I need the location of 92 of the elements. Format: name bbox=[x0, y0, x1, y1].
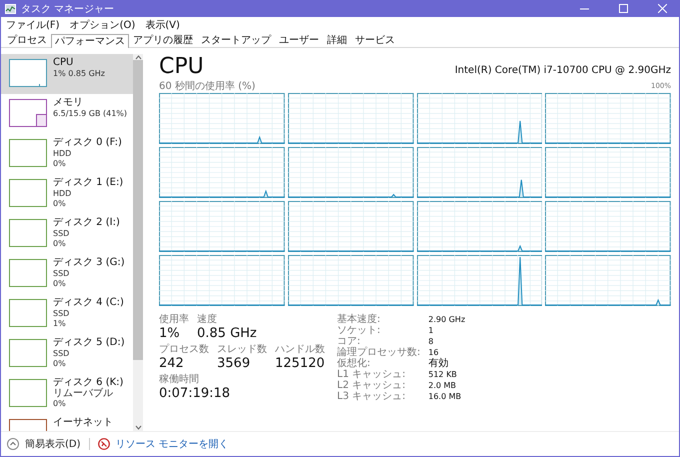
menu-item[interactable]: ファイル(F) bbox=[6, 18, 60, 32]
item-label: ディスク 0 (F:) bbox=[53, 137, 122, 149]
close-icon[interactable] bbox=[658, 4, 666, 13]
detail-label: ソケット: bbox=[337, 325, 382, 336]
item-detail: SSD bbox=[53, 229, 70, 239]
sidebar-item[interactable]: ディスク 1 (E:) HDD 0% bbox=[1, 174, 133, 214]
maximize-icon[interactable] bbox=[618, 4, 628, 13]
detail-value: 2.0 MB bbox=[428, 380, 458, 391]
usage-thumbnail bbox=[9, 339, 47, 367]
item-detail: SSD bbox=[53, 309, 70, 319]
item-detail: 0% bbox=[53, 399, 67, 409]
window-title: タスク マネージャー bbox=[21, 2, 116, 16]
detail-value: 8 bbox=[428, 336, 434, 347]
sidebar-item[interactable]: ディスク 3 (G:) SSD 0% bbox=[1, 254, 133, 294]
detail-label: 仮想化: bbox=[337, 358, 372, 369]
detail-label: L2 キャッシュ: bbox=[337, 380, 406, 391]
item-detail: HDD bbox=[53, 189, 72, 199]
item-detail: 0% bbox=[53, 159, 67, 169]
usage-thumbnail bbox=[9, 59, 47, 87]
item-detail: 0% bbox=[53, 239, 67, 249]
stat-label: 稼働時間 bbox=[159, 374, 200, 386]
item-detail: 1% bbox=[53, 319, 67, 329]
stat-value: 1% bbox=[159, 326, 181, 342]
graph-caption: 60 秒間の使用率 (%) bbox=[159, 81, 256, 92]
detail-value: 16.0 MB bbox=[428, 391, 462, 402]
usage-thumbnail bbox=[9, 139, 47, 167]
item-label: ディスク 4 (C:) bbox=[53, 297, 124, 309]
stat-label: 速度 bbox=[197, 314, 218, 326]
detail-label: コア: bbox=[337, 336, 360, 347]
item-label: ディスク 1 (E:) bbox=[53, 177, 124, 189]
sidebar-item[interactable]: ディスク 5 (D:) SSD 0% bbox=[1, 334, 133, 374]
usage-thumbnail bbox=[9, 379, 47, 407]
item-detail: SSD bbox=[53, 269, 70, 279]
detail-label: 論理プロセッサ数: bbox=[337, 347, 420, 358]
usage-thumbnail bbox=[9, 99, 47, 127]
app-icon bbox=[5, 4, 16, 14]
panel-title: CPU bbox=[159, 54, 204, 80]
resource-monitor-icon[interactable] bbox=[98, 438, 110, 450]
item-label: ディスク 5 (D:) bbox=[53, 337, 125, 349]
item-label: ディスク 3 (G:) bbox=[53, 257, 125, 269]
usage-thumbnail bbox=[9, 179, 47, 207]
tab[interactable]: パフォーマンス bbox=[51, 34, 129, 48]
sidebar-item[interactable]: イーサネット bbox=[1, 414, 133, 431]
scrollbar-thumb[interactable] bbox=[133, 60, 143, 360]
stat-value: 0.85 GHz bbox=[197, 326, 257, 342]
detail-label: L3 キャッシュ: bbox=[337, 391, 406, 402]
stat-label: ハンドル数 bbox=[275, 344, 325, 356]
stat-value: 242 bbox=[159, 356, 185, 372]
detail-value: 有効 bbox=[428, 358, 450, 369]
stat-label: プロセス数 bbox=[159, 344, 209, 356]
detail-value: 2.90 GHz bbox=[428, 314, 466, 325]
item-label: メモリ bbox=[53, 97, 84, 109]
sidebar-item[interactable]: メモリ 6.5/15.9 GB (41%) bbox=[1, 94, 133, 134]
item-label: ディスク 6 (K:) bbox=[53, 377, 124, 388]
detail-label: 基本速度: bbox=[337, 314, 382, 325]
cpu-model: Intel(R) Core(TM) i7-10700 CPU @ 2.90GHz bbox=[454, 65, 671, 76]
sidebar-item[interactable]: ディスク 6 (K:) リムーバブル 0% bbox=[1, 374, 133, 414]
sidebar-item[interactable]: ディスク 2 (I:) SSD 0% bbox=[1, 214, 133, 254]
item-label: CPU bbox=[53, 57, 74, 69]
item-detail: 0% bbox=[53, 359, 67, 369]
item-label: ディスク 2 (I:) bbox=[53, 217, 120, 229]
fewer-details-button[interactable]: 簡易表示(D) bbox=[25, 437, 81, 451]
stat-value: 0:07:19:18 bbox=[159, 386, 230, 402]
item-detail: 6.5/15.9 GB (41%) bbox=[53, 109, 128, 119]
scrollbar[interactable] bbox=[133, 54, 143, 431]
stat-value: 125120 bbox=[275, 356, 325, 372]
item-detail: 0% bbox=[53, 279, 67, 289]
menu-item[interactable]: 表示(V) bbox=[145, 18, 180, 32]
stat-label: 使用率 bbox=[159, 314, 189, 326]
collapse-icon[interactable] bbox=[7, 438, 19, 450]
stat-label: スレッド数 bbox=[217, 344, 267, 356]
item-detail: 1% 0.85 GHz bbox=[53, 69, 106, 79]
sidebar-item[interactable]: ディスク 4 (C:) SSD 1% bbox=[1, 294, 133, 334]
item-detail: SSD bbox=[53, 349, 70, 359]
usage-thumbnail bbox=[9, 259, 47, 287]
usage-thumbnail bbox=[9, 219, 47, 247]
scroll-up-icon[interactable] bbox=[134, 54, 142, 60]
item-detail: HDD bbox=[53, 149, 72, 159]
item-detail: リムーバブル bbox=[53, 389, 114, 399]
menu-item[interactable]: オプション(O) bbox=[70, 18, 136, 32]
resource-monitor-link[interactable]: リソース モニターを開く bbox=[116, 437, 229, 451]
detail-value: 16 bbox=[428, 347, 440, 358]
detail-label: L1 キャッシュ: bbox=[337, 369, 406, 380]
item-detail: 0% bbox=[53, 199, 67, 209]
item-label: イーサネット bbox=[53, 417, 113, 429]
stat-value: 3569 bbox=[217, 356, 252, 372]
detail-value: 1 bbox=[428, 325, 434, 336]
scroll-down-icon[interactable] bbox=[134, 425, 142, 431]
sidebar-item[interactable]: ディスク 0 (F:) HDD 0% bbox=[1, 134, 133, 174]
detail-value: 512 KB bbox=[428, 369, 458, 380]
sidebar-item[interactable]: CPU 1% 0.85 GHz bbox=[1, 54, 133, 94]
usage-thumbnail bbox=[9, 299, 47, 327]
